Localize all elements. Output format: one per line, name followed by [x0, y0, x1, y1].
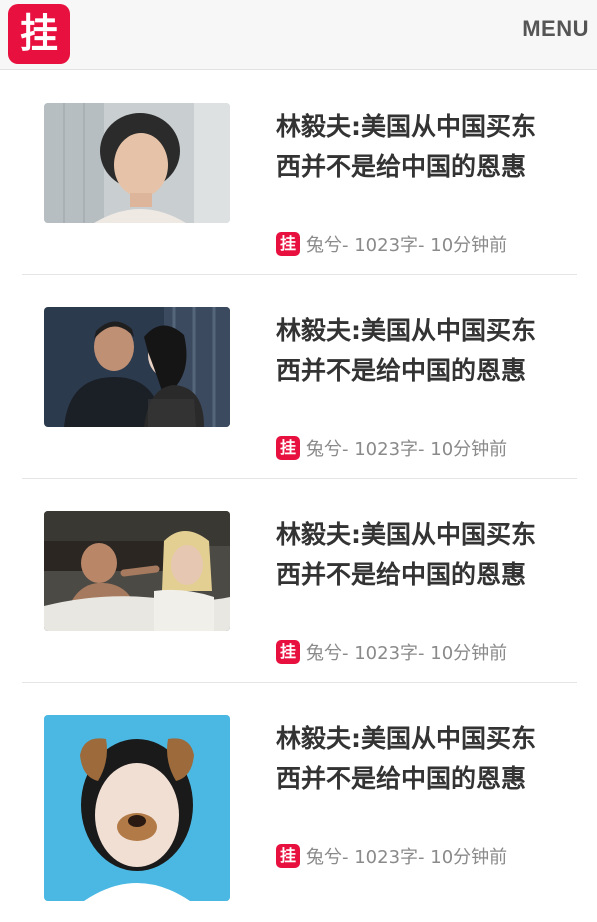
article-item[interactable]: 林毅夫:美国从中国买东西并不是给中国的恩惠 挂 兔兮- 1023字- 10分钟前 [22, 275, 577, 479]
article-meta: 挂 兔兮- 1023字- 10分钟前 [276, 435, 507, 461]
author-logo-icon: 挂 [276, 232, 300, 256]
article-thumbnail[interactable] [44, 511, 230, 631]
thumbnail-image-girl-short-hair [44, 103, 230, 223]
article-meta-text: 兔兮- 1023字- 10分钟前 [306, 235, 508, 256]
app-header: 挂 MENU [0, 0, 597, 70]
thumbnail-image-couple [44, 307, 230, 427]
article-item[interactable]: 林毅夫:美国从中国买东西并不是给中国的恩惠 挂 兔兮- 1023字- 10分钟前 [22, 71, 577, 275]
article-meta-text: 兔兮- 1023字- 10分钟前 [306, 643, 508, 664]
article-thumbnail[interactable] [44, 307, 230, 427]
menu-button[interactable]: MENU [522, 16, 589, 46]
article-meta-text: 兔兮- 1023字- 10分钟前 [306, 439, 508, 460]
article-meta-text: 兔兮- 1023字- 10分钟前 [306, 847, 508, 868]
author-logo-icon: 挂 [276, 436, 300, 460]
article-title[interactable]: 林毅夫:美国从中国买东西并不是给中国的恩惠 [276, 719, 556, 799]
author-logo-icon: 挂 [276, 844, 300, 868]
author-logo-icon: 挂 [276, 640, 300, 664]
article-list: 林毅夫:美国从中国买东西并不是给中国的恩惠 挂 兔兮- 1023字- 10分钟前 [22, 71, 577, 901]
article-meta: 挂 兔兮- 1023字- 10分钟前 [276, 843, 507, 869]
article-title[interactable]: 林毅夫:美国从中国买东西并不是给中国的恩惠 [276, 311, 556, 391]
article-thumbnail[interactable] [44, 715, 230, 901]
article-title[interactable]: 林毅夫:美国从中国买东西并不是给中国的恩惠 [276, 515, 556, 595]
thumbnail-image-dog-filter-portrait [44, 715, 230, 901]
article-meta: 挂 兔兮- 1023字- 10分钟前 [276, 231, 507, 257]
article-item[interactable]: 林毅夫:美国从中国买东西并不是给中国的恩惠 挂 兔兮- 1023字- 10分钟前 [22, 479, 577, 683]
article-title[interactable]: 林毅夫:美国从中国买东西并不是给中国的恩惠 [276, 107, 556, 187]
article-meta: 挂 兔兮- 1023字- 10分钟前 [276, 639, 507, 665]
article-item[interactable]: 林毅夫:美国从中国买东西并不是给中国的恩惠 挂 兔兮- 1023字- 10分钟前 [22, 683, 577, 901]
thumbnail-image-bed-scene [44, 511, 230, 631]
logo-glyph: 挂 [20, 11, 58, 57]
article-thumbnail[interactable] [44, 103, 230, 223]
site-logo[interactable]: 挂 [8, 4, 70, 64]
